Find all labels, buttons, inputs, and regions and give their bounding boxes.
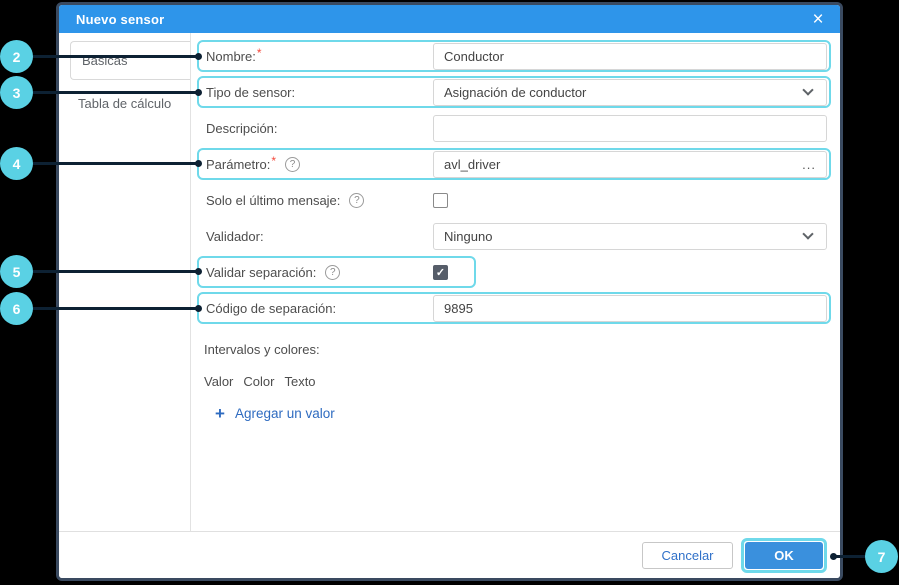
validar-separacion-checkbox[interactable]: ✓ [433, 265, 448, 280]
required-asterisk: * [257, 46, 262, 60]
sensor-form: Nombre:* Tipo de sensor: Asignación de c… [191, 33, 840, 531]
annotation-badge-5: 5 [0, 255, 33, 288]
dialog-title: Nuevo sensor [76, 12, 164, 27]
tipo-sensor-select[interactable]: Asignación de conductor [433, 79, 827, 106]
annotation-badge-4: 4 [0, 147, 33, 180]
dialog-titlebar: Nuevo sensor × [59, 5, 840, 33]
nombre-label: Nombre:* [199, 49, 433, 64]
add-value-link[interactable]: + Agregar un valor [215, 405, 834, 422]
codigo-separacion-input[interactable] [433, 295, 827, 322]
nombre-input[interactable] [433, 43, 827, 70]
connector-dot-5 [195, 268, 202, 275]
column-texto: Texto [284, 374, 315, 389]
connector-dot-4 [195, 160, 202, 167]
codigo-separacion-row: Código de separación: [197, 292, 831, 324]
parametro-label: Parámetro:* ? [199, 157, 433, 172]
connector-dot-3 [195, 89, 202, 96]
tabs-sidebar: Básicas Tabla de cálculo [59, 33, 191, 531]
annotation-badge-2: 2 [0, 40, 33, 73]
annotation-badge-7: 7 [865, 540, 898, 573]
connector-dot-2 [195, 53, 202, 60]
dialog-body: Básicas Tabla de cálculo Nombre:* Tipo d… [59, 33, 840, 531]
validar-separacion-row: Validar separación: ? ✓ [197, 256, 476, 288]
tab-basicas[interactable]: Básicas [70, 41, 190, 80]
close-icon[interactable]: × [808, 10, 828, 29]
help-icon[interactable]: ? [349, 193, 364, 208]
help-icon[interactable]: ? [325, 265, 340, 280]
tab-tabla-de-calculo[interactable]: Tabla de cálculo [59, 92, 190, 116]
parametro-input[interactable]: avl_driver ... [433, 151, 827, 178]
add-value-label: Agregar un valor [235, 406, 335, 421]
parametro-row: Parámetro:* ? avl_driver ... [197, 148, 831, 180]
tipo-sensor-value: Asignación de conductor [444, 85, 586, 100]
column-valor: Valor [204, 374, 233, 389]
validador-select[interactable]: Ninguno [433, 223, 827, 250]
annotation-badge-6: 6 [0, 292, 33, 325]
validador-value: Ninguno [444, 229, 492, 244]
chevron-down-icon [802, 228, 813, 239]
connector-line-6 [17, 307, 198, 310]
tipo-sensor-row: Tipo de sensor: Asignación de conductor [197, 76, 831, 108]
column-color: Color [243, 374, 274, 389]
ok-button[interactable]: OK [745, 542, 823, 569]
required-asterisk: * [271, 154, 276, 168]
plus-icon: + [215, 405, 225, 422]
codigo-separacion-label: Código de separación: [199, 301, 433, 316]
validador-label: Validador: [199, 229, 433, 244]
descripcion-label: Descripción: [199, 121, 433, 136]
ok-button-highlight: OK [741, 538, 827, 573]
cancel-button[interactable]: Cancelar [642, 542, 733, 569]
chevron-down-icon [802, 84, 813, 95]
tipo-sensor-label: Tipo de sensor: [199, 85, 433, 100]
connector-line-5 [17, 270, 198, 273]
connector-line-4 [17, 162, 198, 165]
dialog-footer: Cancelar OK [59, 531, 840, 579]
ultimo-mensaje-row: Solo el último mensaje: ? [197, 184, 831, 216]
connector-line-3 [17, 91, 198, 94]
intervalos-heading: Intervalos y colores: [204, 342, 834, 357]
ultimo-mensaje-label: Solo el último mensaje: ? [199, 193, 433, 208]
connector-dot-6 [195, 305, 202, 312]
ultimo-mensaje-checkbox[interactable] [433, 193, 448, 208]
help-icon[interactable]: ? [285, 157, 300, 172]
parametro-value: avl_driver [444, 157, 500, 172]
descripcion-input[interactable] [433, 115, 827, 142]
annotation-badge-3: 3 [0, 76, 33, 109]
descripcion-row: Descripción: [197, 112, 831, 144]
nombre-row: Nombre:* [197, 40, 831, 72]
validador-row: Validador: Ninguno [197, 220, 831, 252]
validar-separacion-label: Validar separación: ? [199, 265, 433, 280]
new-sensor-dialog: Nuevo sensor × Básicas Tabla de cálculo … [56, 2, 843, 581]
more-options-icon[interactable]: ... [794, 157, 816, 172]
intervals-columns-header: Valor Color Texto [204, 374, 834, 389]
connector-dot-7 [830, 553, 837, 560]
connector-line-2 [17, 55, 198, 58]
